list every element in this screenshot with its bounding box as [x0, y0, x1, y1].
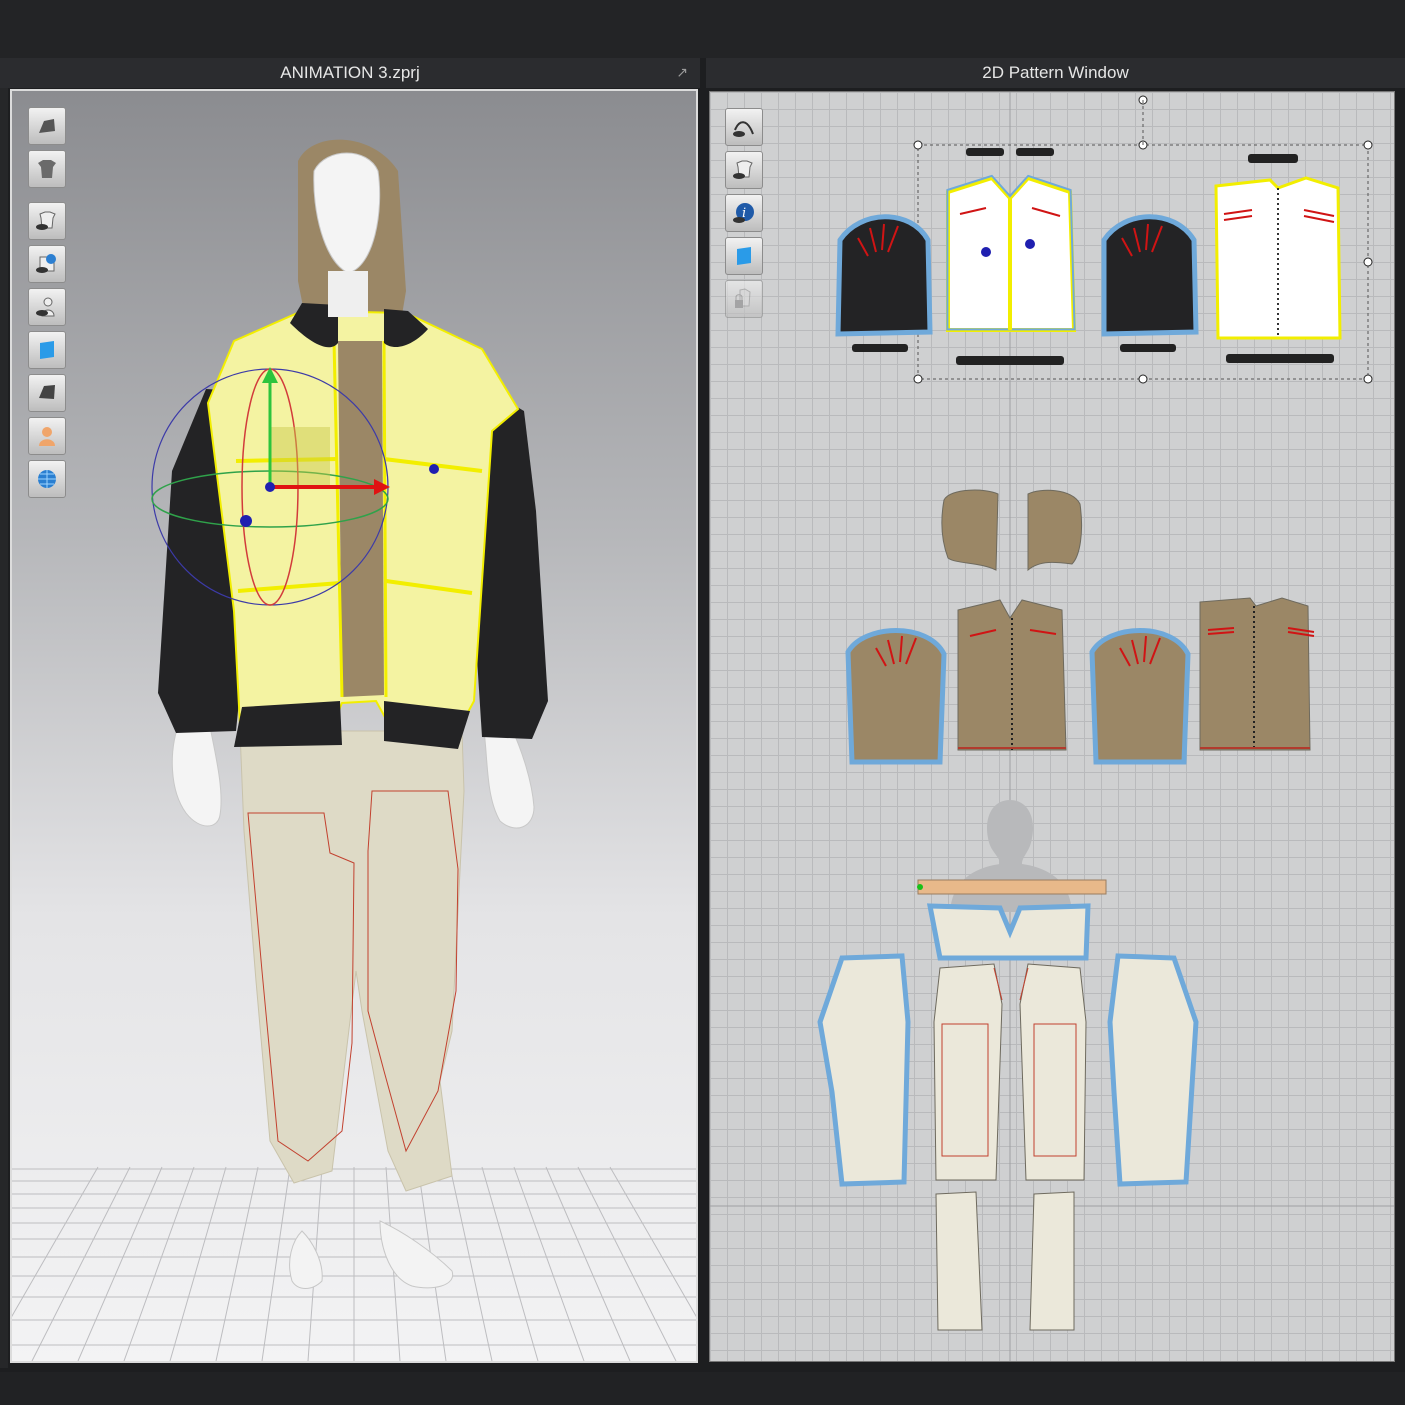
texture-visibility-icon[interactable]	[28, 245, 66, 283]
garment-display-icon[interactable]	[28, 150, 66, 188]
selected-jacket-patterns	[835, 148, 1342, 365]
render-solid-icon[interactable]	[28, 374, 66, 412]
pattern-window[interactable]: i	[709, 91, 1395, 1362]
waistband-pattern	[917, 879, 1107, 895]
viewport-3d[interactable]	[10, 89, 698, 1363]
garment-visibility-icon[interactable]	[725, 151, 763, 189]
scene-3d[interactable]	[12, 91, 696, 1361]
bottom-bar	[0, 1372, 1405, 1405]
jacket-patterns-unselected	[845, 597, 1315, 765]
pattern-window-title: 2D Pattern Window	[982, 63, 1129, 82]
avatar-display-icon[interactable]	[28, 107, 66, 145]
popout-icon[interactable]: ↗	[676, 64, 688, 81]
toolbar-2d: i	[725, 108, 763, 323]
avatar-shoes	[289, 1220, 454, 1289]
toolbar-3d	[28, 107, 66, 503]
avatar-skin-icon[interactable]	[28, 417, 66, 455]
fabric-icon[interactable]	[725, 237, 763, 275]
panel-divider[interactable]	[700, 58, 706, 1368]
avatar-silhouette	[950, 800, 1072, 912]
pattern-window-header: 2D Pattern Window	[706, 58, 1405, 88]
pattern-tool-icon[interactable]	[725, 108, 763, 146]
pattern-canvas[interactable]	[710, 92, 1394, 1361]
environment-icon[interactable]	[28, 460, 66, 498]
info-icon[interactable]: i	[725, 194, 763, 232]
floor-grid	[12, 1166, 696, 1361]
lock-icon[interactable]	[725, 280, 763, 318]
pants-3d	[239, 730, 465, 1192]
viewport-3d-header: ANIMATION 3.zprj ↗	[0, 58, 700, 88]
project-file-title: ANIMATION 3.zprj	[280, 63, 420, 82]
pants-patterns	[817, 903, 1199, 1187]
avatar-visibility-icon[interactable]	[28, 288, 66, 326]
garment-visibility-icon[interactable]	[28, 202, 66, 240]
app-top-bar	[0, 0, 1405, 58]
fabric-icon[interactable]	[28, 331, 66, 369]
left-edge-strip	[0, 88, 8, 1368]
hood-patterns	[941, 489, 1083, 572]
